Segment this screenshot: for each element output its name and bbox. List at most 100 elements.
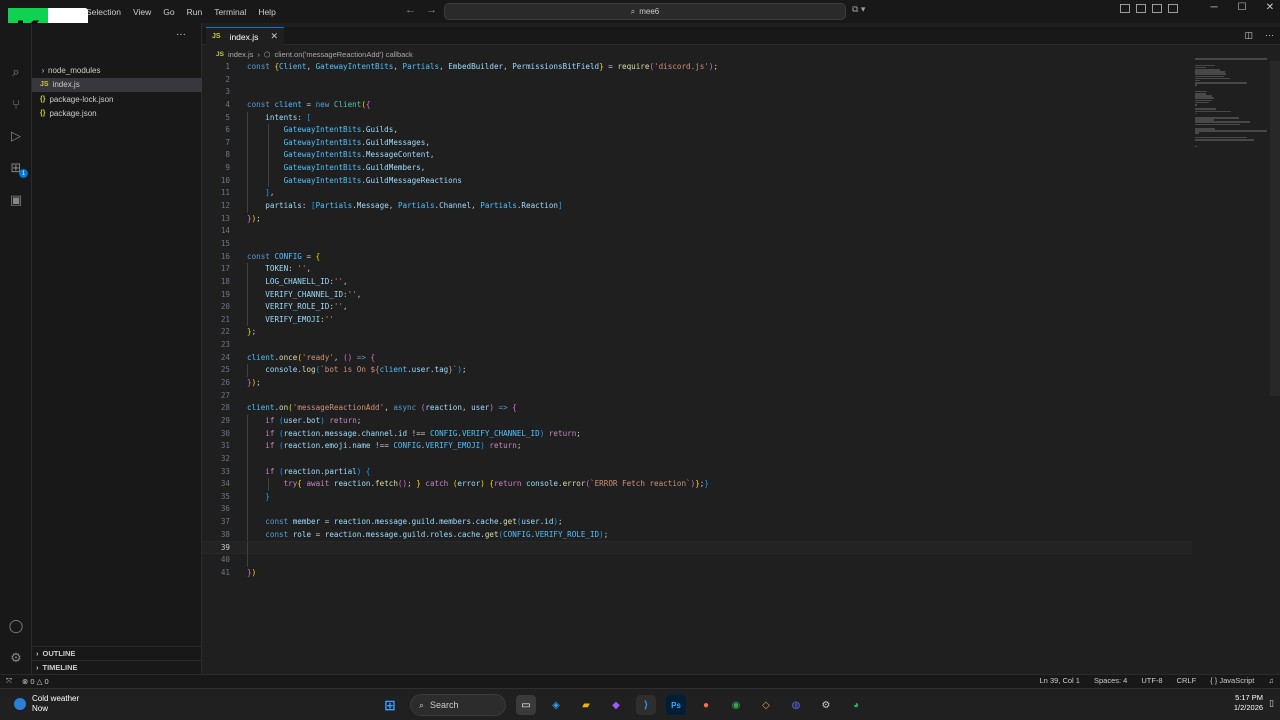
toggle-panel-icon[interactable]: [1152, 4, 1162, 13]
copilot-app-icon[interactable]: ◈: [546, 695, 566, 715]
menu-go[interactable]: Go: [157, 7, 180, 17]
code-line[interactable]: 9 GatewayIntentBits.GuildMembers,: [202, 162, 1192, 175]
tree-item-package-lock-json[interactable]: {} package-lock.json: [32, 92, 202, 107]
breadcrumb-symbol[interactable]: client.on('messageReactionAdd') callback: [274, 50, 412, 59]
close-tab-icon[interactable]: ✕: [270, 31, 278, 42]
code-line[interactable]: 33 if (reaction.partial) {: [202, 465, 1192, 479]
code-line[interactable]: 41}): [202, 567, 1192, 580]
code-line[interactable]: 8 GatewayIntentBits.MessageContent,: [202, 149, 1192, 163]
code-line[interactable]: 23: [202, 339, 1192, 352]
code-line[interactable]: 35 }: [202, 490, 1192, 504]
editor-scrollbar[interactable]: [1270, 61, 1280, 396]
code-line[interactable]: 14: [202, 225, 1192, 238]
more-actions-icon[interactable]: ···: [1265, 30, 1274, 41]
settings-app-icon[interactable]: ⚙: [816, 695, 836, 715]
end-of-line[interactable]: CRLF: [1177, 676, 1197, 685]
code-line[interactable]: 21 VERIFY_EMOJI:'': [202, 313, 1192, 327]
run-debug-icon[interactable]: ▷: [7, 127, 25, 145]
code-line[interactable]: 4 const client = new Client({: [202, 99, 1192, 112]
tree-item-package-json[interactable]: {} package.json: [32, 107, 202, 122]
code-line[interactable]: 20 VERIFY_ROLE_ID:'',: [202, 301, 1192, 314]
remote-indicator-icon[interactable]: ⤧: [6, 676, 12, 686]
photoshop-icon[interactable]: Ps: [666, 695, 686, 715]
cursor-position[interactable]: Ln 39, Col 1: [1040, 676, 1080, 685]
encoding[interactable]: UTF-8: [1141, 676, 1162, 685]
search-icon[interactable]: ⌕: [7, 63, 25, 81]
tree-item-node-modules[interactable]: › node_modules: [32, 63, 202, 78]
task-view-icon[interactable]: ▭: [516, 695, 536, 715]
language-mode[interactable]: { } JavaScript: [1210, 676, 1254, 685]
code-line[interactable]: 13});: [202, 213, 1192, 226]
code-line[interactable]: 28 client.on('messageReactionAdd', async …: [202, 402, 1192, 415]
notifications-bell-icon[interactable]: ♫: [1268, 676, 1274, 685]
code-line[interactable]: 17 TOKEN: '',: [202, 263, 1192, 276]
code-line[interactable]: 10 GatewayIntentBits.GuildMessageReactio…: [202, 174, 1192, 188]
command-center-search[interactable]: ⌕ mee6: [444, 3, 846, 20]
timeline-panel-header[interactable]: › TIMELINE: [32, 660, 202, 674]
code-line[interactable]: 18 LOG_CHANELL_ID:'',: [202, 275, 1192, 289]
forward-arrow-icon[interactable]: →: [426, 4, 437, 16]
close-window-button[interactable]: ✕: [1256, 2, 1280, 13]
code-line[interactable]: 22};: [202, 326, 1192, 339]
code-line[interactable]: 29 if (user.bot) return;: [202, 414, 1192, 428]
outline-panel-header[interactable]: › OUTLINE: [32, 646, 202, 660]
code-line[interactable]: 36: [202, 503, 1192, 517]
weather-widget[interactable]: Cold weather Now: [14, 694, 79, 714]
maximize-button[interactable]: ☐: [1228, 2, 1256, 13]
app-icon[interactable]: ◇: [756, 695, 776, 715]
breadcrumb-file[interactable]: index.js: [228, 50, 253, 59]
code-line[interactable]: 19 VERIFY_CHANNEL_ID:'',: [202, 288, 1192, 302]
spotify-icon[interactable]: ◕: [846, 695, 866, 715]
code-line[interactable]: 3: [202, 86, 1192, 99]
code-line[interactable]: 37 const member = reaction.message.guild…: [202, 516, 1192, 529]
source-control-icon[interactable]: ⑂: [7, 95, 25, 113]
menu-help[interactable]: Help: [252, 7, 281, 17]
code-line[interactable]: 39: [202, 541, 1192, 555]
extensions-icon[interactable]: ⊞ 1: [7, 159, 28, 178]
code-line[interactable]: 2: [202, 74, 1192, 87]
code-line[interactable]: 12 partials: [Partials.Message, Partials…: [202, 200, 1192, 213]
code-line[interactable]: 25 console.log(`bot is On ${client.user.…: [202, 364, 1192, 378]
code-line[interactable]: 15: [202, 238, 1192, 251]
code-line[interactable]: 38 const role = reaction.message.guild.r…: [202, 528, 1192, 542]
customize-layout-icon[interactable]: [1120, 4, 1130, 13]
tree-item-index-js[interactable]: JS index.js: [32, 77, 202, 92]
discord-icon[interactable]: ◍: [786, 695, 806, 715]
code-line[interactable]: 26});: [202, 377, 1192, 390]
indentation[interactable]: Spaces: 4: [1094, 676, 1127, 685]
remote-explorer-icon[interactable]: ▣: [7, 191, 25, 209]
menu-terminal[interactable]: Terminal: [208, 7, 252, 17]
menu-run[interactable]: Run: [181, 7, 209, 17]
tab-index-js[interactable]: JS index.js ✕: [206, 27, 284, 45]
code-line[interactable]: 34 try{ await reaction.fetch(); } catch …: [202, 478, 1192, 491]
code-line[interactable]: 31 if (reaction.emoji.name !== CONFIG.VE…: [202, 440, 1192, 453]
code-line[interactable]: 40: [202, 553, 1192, 567]
code-line[interactable]: 7 GatewayIntentBits.GuildMessages,: [202, 136, 1192, 150]
toggle-primary-sidebar-icon[interactable]: [1136, 4, 1146, 13]
chrome-icon[interactable]: ◉: [726, 695, 746, 715]
minimize-button[interactable]: ─: [1200, 2, 1228, 13]
windows-start-icon[interactable]: ⊞: [380, 695, 400, 715]
clock[interactable]: 5:17 PM 1/2/2026: [1234, 693, 1263, 713]
code-line[interactable]: 1 const {Client, GatewayIntentBits, Parti…: [202, 61, 1192, 74]
firefox-icon[interactable]: ●: [696, 695, 716, 715]
problems-indicator[interactable]: ⊗ 0 △ 0: [22, 677, 49, 686]
code-line[interactable]: 30 if (reaction.message.channel.id !== C…: [202, 427, 1192, 441]
minimap[interactable]: [1195, 58, 1267, 148]
code-line[interactable]: 16 const CONFIG = {: [202, 251, 1192, 264]
code-line[interactable]: 5 intents: [: [202, 111, 1192, 125]
settings-gear-icon[interactable]: ⚙: [7, 649, 25, 667]
file-explorer-icon[interactable]: ▰: [576, 695, 596, 715]
code-line[interactable]: 6 GatewayIntentBits.Guilds,: [202, 124, 1192, 137]
visual-studio-icon[interactable]: ◆: [606, 695, 626, 715]
account-icon[interactable]: ◯: [7, 617, 25, 635]
taskbar-search[interactable]: ⌕ Search: [410, 694, 506, 716]
back-arrow-icon[interactable]: ←: [405, 4, 416, 16]
more-actions-icon[interactable]: ···: [176, 29, 186, 40]
split-editor-icon[interactable]: ◫: [1244, 30, 1253, 41]
code-line[interactable]: 27: [202, 390, 1192, 403]
vscode-icon[interactable]: ⟩: [636, 695, 656, 715]
toggle-secondary-sidebar-icon[interactable]: [1168, 4, 1178, 13]
code-line[interactable]: 11 ],: [202, 187, 1192, 201]
code-line[interactable]: 24 client.once('ready', () => {: [202, 352, 1192, 365]
